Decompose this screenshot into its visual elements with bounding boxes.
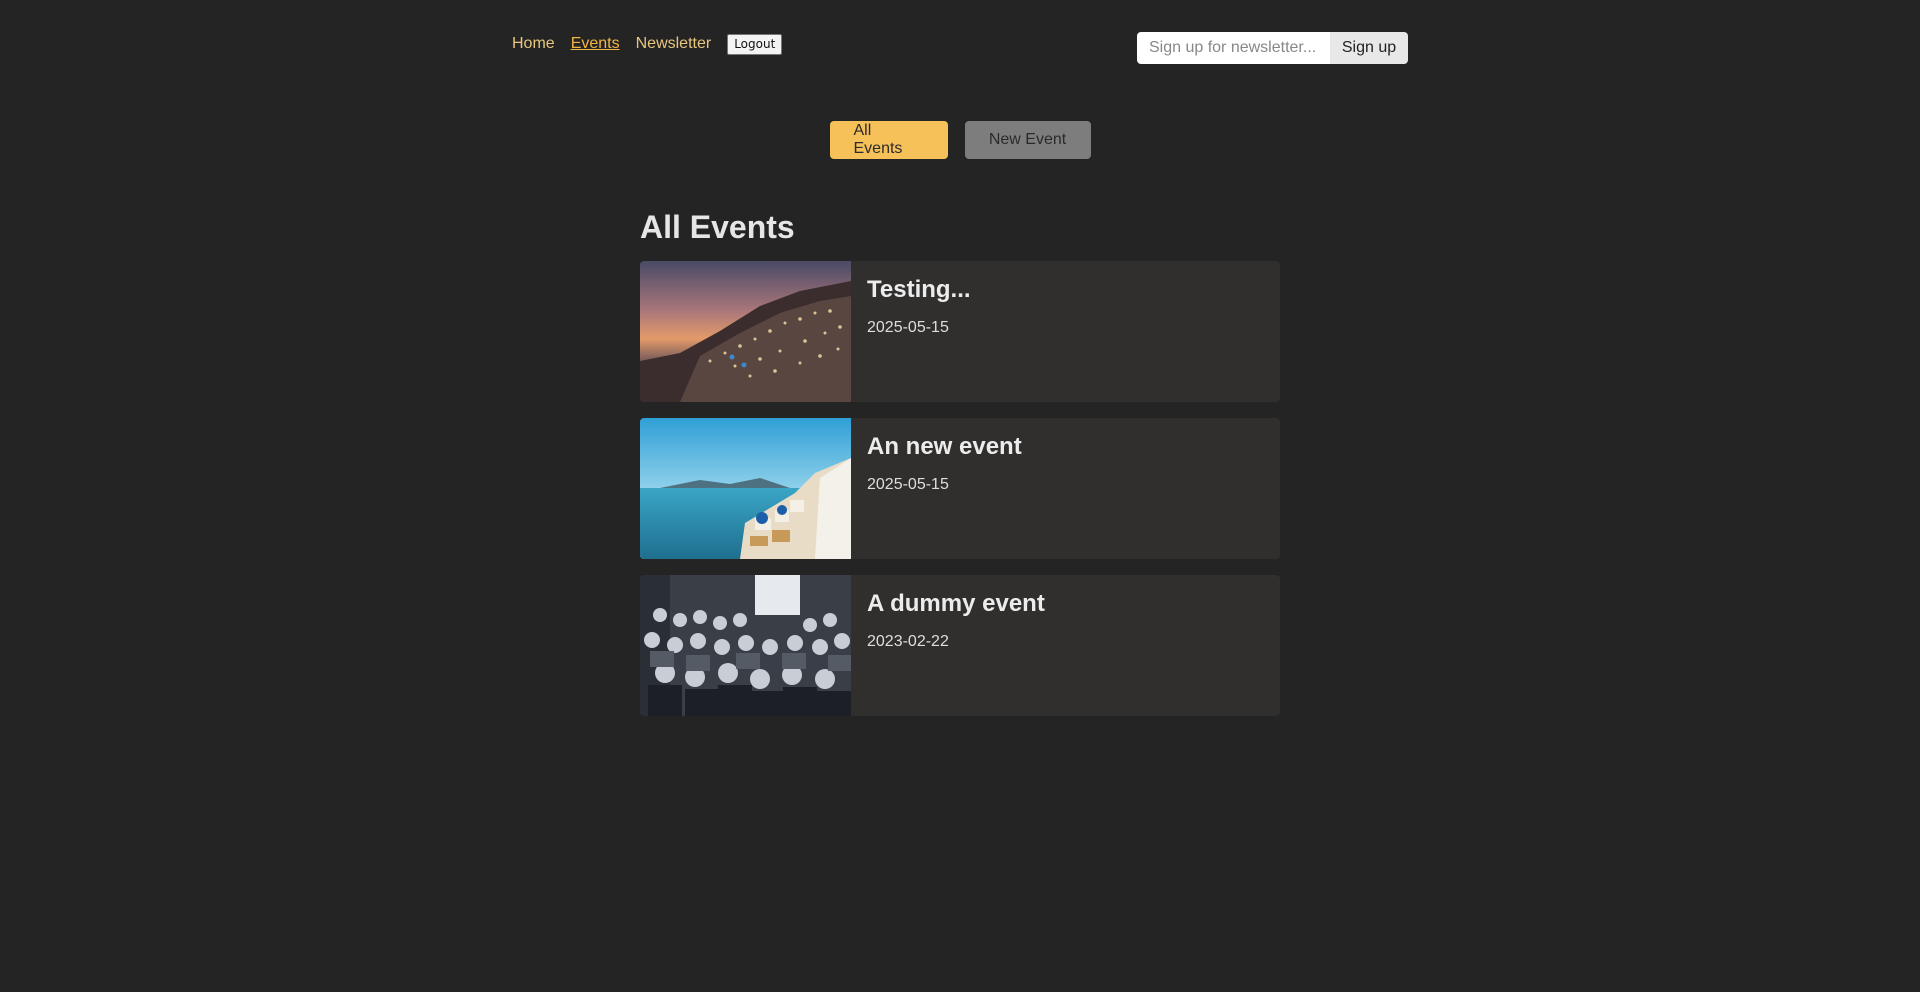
event-date: 2025-05-15	[867, 476, 949, 493]
event-card[interactable]: A dummy event 2023-02-22	[640, 575, 1280, 716]
nav-home-link[interactable]: Home	[512, 35, 555, 53]
santorini-sunset-image	[640, 261, 851, 402]
event-date: 2023-02-22	[867, 633, 949, 650]
conference-crowd-image	[640, 575, 851, 716]
events-content: All Events Testing... 2025-05-15 An new …	[640, 205, 1280, 732]
all-events-button[interactable]: All Events	[829, 121, 948, 159]
newsletter-signup-button[interactable]: Sign up	[1330, 32, 1408, 64]
event-actions: All Events New Event	[0, 121, 1920, 159]
page-title: All Events	[640, 209, 795, 245]
event-title: A dummy event	[867, 590, 1045, 617]
newsletter-email-input[interactable]	[1137, 32, 1330, 64]
nav-events-link[interactable]: Events	[571, 35, 620, 53]
santorini-day-image	[640, 418, 851, 559]
newsletter-signup-form: Sign up	[1137, 32, 1408, 64]
event-card[interactable]: Testing... 2025-05-15	[640, 261, 1280, 402]
event-title: Testing...	[867, 276, 971, 303]
event-list: Testing... 2025-05-15 An new event 2025-…	[640, 261, 1280, 716]
event-info: A dummy event 2023-02-22	[851, 575, 1061, 716]
main-nav: Home Events Newsletter Logout	[512, 32, 783, 56]
event-card[interactable]: An new event 2025-05-15	[640, 418, 1280, 559]
main-header: Home Events Newsletter Logout Sign up	[512, 32, 1408, 64]
event-info: An new event 2025-05-15	[851, 418, 1038, 559]
nav-newsletter-link[interactable]: Newsletter	[636, 35, 712, 53]
event-title: An new event	[867, 433, 1022, 460]
event-date: 2025-05-15	[867, 319, 949, 336]
new-event-button[interactable]: New Event	[964, 121, 1091, 159]
event-info: Testing... 2025-05-15	[851, 261, 987, 402]
logout-button[interactable]: Logout	[727, 33, 783, 55]
